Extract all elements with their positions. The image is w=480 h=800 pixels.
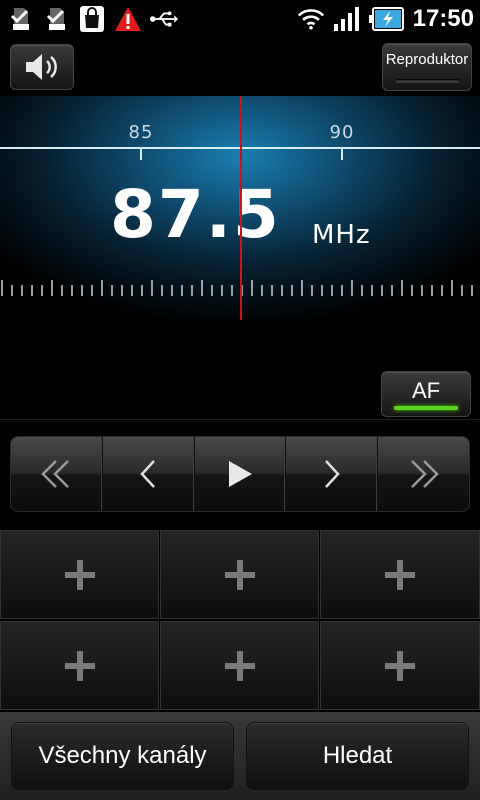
seek-back-button[interactable] xyxy=(11,437,103,511)
preset-slot-6[interactable] xyxy=(320,621,480,710)
preset-slot-2[interactable] xyxy=(160,530,319,619)
status-bar: 17:50 xyxy=(0,0,480,38)
notification-icons xyxy=(6,5,178,33)
plus-icon xyxy=(385,559,415,590)
tuner-display[interactable]: 85 90 87.5 MHz xyxy=(0,96,480,320)
clock: 17:50 xyxy=(412,5,474,32)
transport-bar xyxy=(10,436,470,512)
speaker-output-button[interactable]: Reproduktor xyxy=(382,43,472,91)
speaker-output-label: Reproduktor xyxy=(385,51,469,68)
scale-tick xyxy=(341,149,343,160)
plus-icon xyxy=(64,559,95,590)
preset-slot-4[interactable] xyxy=(0,621,159,710)
signal-icon xyxy=(333,5,361,33)
play-button[interactable] xyxy=(195,437,287,511)
step-forward-button[interactable] xyxy=(286,437,379,511)
step-back-button[interactable] xyxy=(103,437,195,511)
divider xyxy=(0,419,480,420)
play-icon xyxy=(228,461,252,487)
plus-icon xyxy=(224,559,255,590)
preset-slot-5[interactable] xyxy=(160,621,319,710)
step-forward-icon xyxy=(324,460,340,488)
preset-grid xyxy=(0,530,480,712)
battery-charging-icon xyxy=(368,5,405,33)
frequency-value: 87.5 xyxy=(110,176,281,253)
sd-card-check-icon xyxy=(42,5,70,33)
all-channels-button[interactable]: Všechny kanály xyxy=(11,722,234,790)
speaker-output-indicator xyxy=(395,79,459,83)
af-indicator xyxy=(394,406,458,410)
af-button[interactable]: AF xyxy=(381,371,471,417)
plus-icon xyxy=(224,650,255,681)
scale-tick xyxy=(140,149,142,160)
speaker-button[interactable] xyxy=(10,44,74,90)
usb-icon xyxy=(150,5,178,33)
plus-icon xyxy=(385,650,415,681)
wifi-icon xyxy=(297,5,325,33)
store-bag-icon xyxy=(78,5,106,33)
search-button[interactable]: Hledat xyxy=(246,722,469,790)
seek-back-icon xyxy=(41,460,70,488)
step-back-icon xyxy=(140,460,156,488)
top-bar: Reproduktor xyxy=(0,38,480,96)
tuning-needle[interactable] xyxy=(240,96,242,320)
speaker-icon xyxy=(26,54,57,80)
scale-label-85: 85 xyxy=(128,122,154,143)
preset-slot-3[interactable] xyxy=(320,530,480,619)
warning-icon xyxy=(114,5,142,33)
preset-slot-1[interactable] xyxy=(0,530,159,619)
plus-icon xyxy=(64,650,95,681)
sd-card-check-icon xyxy=(6,5,34,33)
frequency-unit: MHz xyxy=(312,220,371,250)
seek-forward-icon xyxy=(410,460,439,488)
af-label: AF xyxy=(411,378,441,403)
scale-label-90: 90 xyxy=(329,122,355,143)
bottom-bar: Všechny kanály Hledat xyxy=(0,712,480,800)
seek-forward-button[interactable] xyxy=(378,437,469,511)
